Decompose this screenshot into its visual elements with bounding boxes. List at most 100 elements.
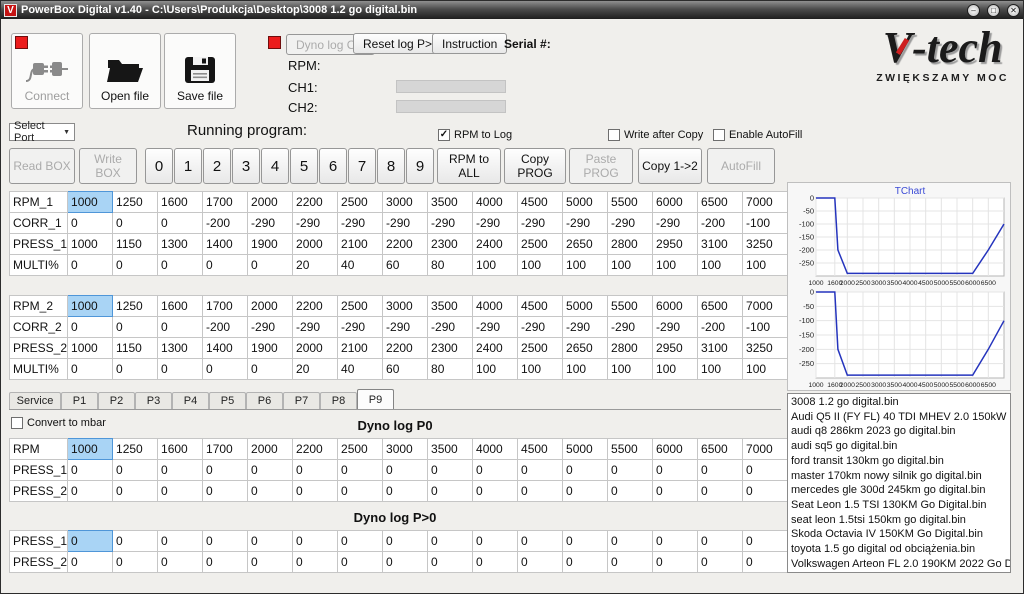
- cell[interactable]: 6000: [653, 192, 698, 213]
- cell[interactable]: 0: [653, 481, 698, 502]
- cell[interactable]: 0: [203, 460, 248, 481]
- cell[interactable]: 2000: [248, 192, 293, 213]
- tab-p3[interactable]: P3: [135, 392, 172, 409]
- cell[interactable]: 0: [383, 481, 428, 502]
- cell[interactable]: 3250: [743, 234, 788, 255]
- digit-3-button[interactable]: 3: [232, 148, 260, 184]
- cell[interactable]: 100: [698, 255, 743, 276]
- cell[interactable]: 5500: [608, 439, 653, 460]
- tab-service[interactable]: Service: [9, 392, 61, 409]
- cell[interactable]: -290: [518, 317, 563, 338]
- digit-0-button[interactable]: 0: [145, 148, 173, 184]
- cell[interactable]: 0: [473, 460, 518, 481]
- cell[interactable]: 1700: [203, 439, 248, 460]
- cell[interactable]: -200: [203, 317, 248, 338]
- cell[interactable]: 2200: [293, 192, 338, 213]
- cell[interactable]: 0: [203, 359, 248, 380]
- cell[interactable]: 1150: [113, 234, 158, 255]
- cell[interactable]: 2300: [428, 234, 473, 255]
- cell[interactable]: 1900: [248, 234, 293, 255]
- cell[interactable]: 0: [113, 317, 158, 338]
- file-item[interactable]: ford transit 130km go digital.bin: [791, 454, 1007, 469]
- cell[interactable]: -290: [563, 213, 608, 234]
- tab-p8[interactable]: P8: [320, 392, 357, 409]
- copy-1-to-2-button[interactable]: Copy 1->2: [638, 148, 702, 184]
- cell[interactable]: 0: [338, 552, 383, 573]
- cell[interactable]: 2400: [473, 234, 518, 255]
- cell[interactable]: 80: [428, 255, 473, 276]
- cell[interactable]: -290: [518, 213, 563, 234]
- cell[interactable]: 7000: [743, 296, 788, 317]
- cell[interactable]: 0: [743, 552, 788, 573]
- cell[interactable]: 4500: [518, 439, 563, 460]
- close-button[interactable]: ✕: [1007, 4, 1020, 17]
- cell[interactable]: -200: [698, 317, 743, 338]
- cell[interactable]: 3500: [428, 439, 473, 460]
- cell[interactable]: 0: [698, 552, 743, 573]
- cell[interactable]: -290: [473, 213, 518, 234]
- cell[interactable]: 0: [203, 531, 248, 552]
- cell[interactable]: -200: [203, 213, 248, 234]
- enable-autofill-checkbox[interactable]: Enable AutoFill: [713, 129, 802, 141]
- cell[interactable]: -100: [743, 213, 788, 234]
- cell[interactable]: 1300: [158, 234, 203, 255]
- cell[interactable]: 0: [248, 552, 293, 573]
- cell[interactable]: 6500: [698, 439, 743, 460]
- cell[interactable]: 2200: [293, 439, 338, 460]
- cell[interactable]: 0: [338, 531, 383, 552]
- cell[interactable]: 0: [203, 552, 248, 573]
- tab-p1[interactable]: P1: [61, 392, 98, 409]
- rpm-to-log-checkbox[interactable]: RPM to Log: [438, 129, 512, 141]
- cell[interactable]: 0: [293, 552, 338, 573]
- cell[interactable]: 1250: [113, 439, 158, 460]
- cell[interactable]: -290: [428, 317, 473, 338]
- cell[interactable]: 2500: [518, 234, 563, 255]
- cell[interactable]: 0: [158, 552, 203, 573]
- cell[interactable]: 0: [743, 531, 788, 552]
- cell[interactable]: 0: [518, 531, 563, 552]
- maximize-button[interactable]: □: [987, 4, 1000, 17]
- cell[interactable]: 2950: [653, 338, 698, 359]
- cell[interactable]: 2200: [383, 234, 428, 255]
- cell[interactable]: 2950: [653, 234, 698, 255]
- cell[interactable]: 0: [338, 460, 383, 481]
- cell[interactable]: 80: [428, 359, 473, 380]
- cell[interactable]: 100: [698, 359, 743, 380]
- cell[interactable]: 2000: [248, 439, 293, 460]
- cell[interactable]: 0: [473, 481, 518, 502]
- file-item[interactable]: 3008 1.2 go digital.bin: [791, 395, 1007, 410]
- cell[interactable]: -290: [653, 213, 698, 234]
- cell[interactable]: 1000: [68, 234, 113, 255]
- file-item[interactable]: Skoda Octavia IV 150KM Go Digital.bin: [791, 527, 1007, 542]
- cell[interactable]: 100: [653, 359, 698, 380]
- paste-prog-button[interactable]: Paste PROG: [569, 148, 633, 184]
- cell[interactable]: 1000: [68, 439, 113, 460]
- cell[interactable]: 0: [113, 213, 158, 234]
- cell[interactable]: 2300: [428, 338, 473, 359]
- cell[interactable]: 0: [608, 481, 653, 502]
- file-item[interactable]: audi q8 286km 2023 go digital.bin: [791, 424, 1007, 439]
- cell[interactable]: 1000: [68, 192, 113, 213]
- cell[interactable]: 3000: [383, 192, 428, 213]
- cell[interactable]: 3500: [428, 296, 473, 317]
- minimize-button[interactable]: –: [967, 4, 980, 17]
- cell[interactable]: 5000: [563, 296, 608, 317]
- cell[interactable]: 0: [653, 460, 698, 481]
- cell[interactable]: 3500: [428, 192, 473, 213]
- cell[interactable]: 2650: [563, 234, 608, 255]
- cell[interactable]: 1400: [203, 234, 248, 255]
- cell[interactable]: 0: [383, 552, 428, 573]
- cell[interactable]: 0: [113, 481, 158, 502]
- file-item[interactable]: seat leon 1.5tsi 150km go digital.bin: [791, 513, 1007, 528]
- cell[interactable]: 3100: [698, 234, 743, 255]
- cell[interactable]: 2500: [338, 439, 383, 460]
- digit-7-button[interactable]: 7: [348, 148, 376, 184]
- cell[interactable]: 20: [293, 359, 338, 380]
- cell[interactable]: 1300: [158, 338, 203, 359]
- cell[interactable]: 0: [563, 481, 608, 502]
- cell[interactable]: 0: [293, 531, 338, 552]
- cell[interactable]: 100: [563, 255, 608, 276]
- cell[interactable]: 1600: [158, 296, 203, 317]
- cell[interactable]: 0: [428, 531, 473, 552]
- cell[interactable]: -290: [608, 213, 653, 234]
